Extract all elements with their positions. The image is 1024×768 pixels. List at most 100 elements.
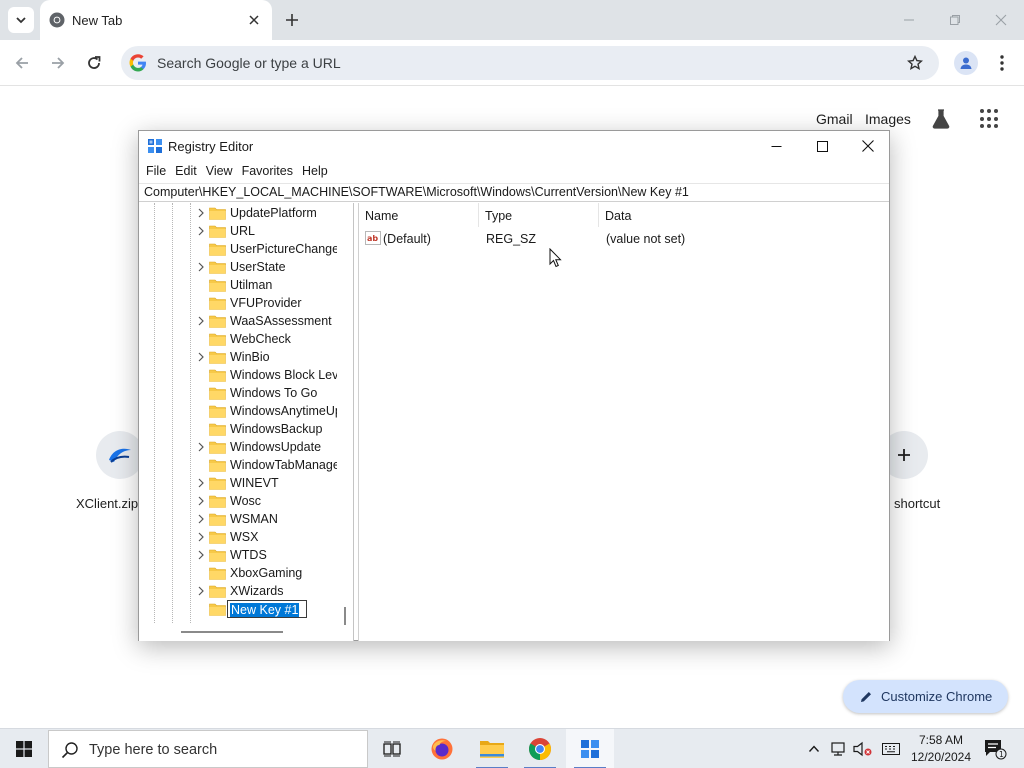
tree-item[interactable]: WSX [139, 528, 339, 546]
tree-item[interactable]: WTDS [139, 546, 339, 564]
gmail-link[interactable]: Gmail [816, 111, 853, 127]
menu-edit[interactable]: Edit [174, 161, 205, 183]
values-list[interactable]: Name Type Data ab (Default) REG_SZ (valu… [358, 203, 889, 641]
notifications-button[interactable]: 1 [980, 729, 1010, 768]
touch-keyboard-button[interactable] [878, 729, 904, 768]
reload-button[interactable] [82, 51, 106, 75]
chevron-right-icon[interactable] [196, 225, 206, 237]
minimize-button[interactable] [895, 8, 923, 32]
tree-item[interactable]: XWizards [139, 582, 339, 600]
taskbar-search-box[interactable]: Type here to search [48, 730, 368, 768]
customize-chrome-button[interactable]: Customize Chrome [843, 680, 1008, 713]
shortcut-label: shortcut [894, 496, 941, 511]
task-view-button[interactable] [368, 729, 416, 768]
chrome-menu-button[interactable] [992, 51, 1012, 75]
tree-row-editing[interactable]: New Key #1 [139, 600, 339, 618]
tree-item[interactable]: WindowTabManager [139, 456, 339, 474]
column-header-data[interactable]: Data [599, 203, 889, 227]
tree-item[interactable]: WindowsBackup [139, 420, 339, 438]
tree-item[interactable]: WindowsAnytimeUpgrade [139, 402, 339, 420]
tree-item[interactable]: Windows Block Level [139, 366, 339, 384]
chevron-right-icon[interactable] [196, 207, 206, 219]
chevron-right-icon[interactable] [196, 441, 206, 453]
registry-editor-window: Registry Editor File Edit View Favorites… [138, 130, 890, 641]
chevron-right-icon[interactable] [196, 513, 206, 525]
rename-key-input[interactable]: New Key #1 [227, 600, 307, 618]
start-button[interactable] [0, 729, 48, 768]
menu-view[interactable]: View [205, 161, 241, 183]
folder-icon [209, 297, 226, 310]
network-tray-icon[interactable] [828, 729, 850, 768]
folder-icon [209, 405, 226, 418]
arrow-left-icon [15, 57, 28, 69]
shortcut-xclient[interactable] [96, 431, 144, 479]
tree-item[interactable]: UserState [139, 258, 339, 276]
chevron-right-icon[interactable] [196, 495, 206, 507]
tree-item[interactable]: WindowsUpdate [139, 438, 339, 456]
registry-tree[interactable]: UpdatePlatform URL UserPictureChange UserSt… [139, 203, 354, 641]
folder-icon [209, 315, 226, 328]
tree-horizontal-scrollbar[interactable] [181, 631, 283, 633]
tree-item[interactable]: WebCheck [139, 330, 339, 348]
tab-strip: New Tab [0, 0, 1024, 40]
person-icon [960, 57, 972, 69]
taskbar-clock[interactable]: 7:58 AM 12/20/2024 [910, 732, 972, 766]
show-hidden-icons-button[interactable] [804, 729, 824, 768]
taskbar-chrome[interactable] [516, 729, 564, 768]
restore-button[interactable] [941, 8, 969, 32]
tree-item[interactable]: Windows To Go [139, 384, 339, 402]
tree-item[interactable]: WaaSAssessment [139, 312, 339, 330]
taskbar-registry-editor[interactable] [566, 729, 614, 768]
tree-item[interactable]: VFUProvider [139, 294, 339, 312]
tree-item[interactable]: WINEVT [139, 474, 339, 492]
tab-close-button[interactable] [245, 11, 263, 29]
back-button[interactable] [10, 51, 34, 75]
tab-search-button[interactable] [8, 7, 34, 33]
chevron-right-icon[interactable] [196, 315, 206, 327]
chevron-right-icon[interactable] [196, 477, 206, 489]
taskbar-firefox[interactable] [418, 729, 466, 768]
tree-item[interactable]: UpdatePlatform [139, 204, 339, 222]
tree-item[interactable]: WSMAN [139, 510, 339, 528]
volume-tray-icon[interactable] [852, 729, 874, 768]
chevron-right-icon[interactable] [196, 261, 206, 273]
notification-icon: 1 [985, 740, 1007, 760]
regedit-minimize-button[interactable] [753, 131, 799, 161]
menu-file[interactable]: File [145, 161, 174, 183]
tree-item[interactable]: XboxGaming [139, 564, 339, 582]
folder-icon [209, 225, 226, 238]
column-header-name[interactable]: Name [359, 203, 479, 227]
regedit-close-button[interactable] [845, 131, 891, 161]
profile-button[interactable] [954, 51, 978, 75]
omnibox[interactable]: Search Google or type a URL [121, 46, 939, 80]
regedit-maximize-button[interactable] [799, 131, 845, 161]
value-row[interactable]: ab (Default) REG_SZ (value not set) [359, 229, 890, 249]
tree-item[interactable]: WinBio [139, 348, 339, 366]
chevron-right-icon[interactable] [196, 531, 206, 543]
images-link[interactable]: Images [865, 111, 911, 127]
menu-help[interactable]: Help [301, 161, 336, 183]
regedit-titlebar[interactable]: Registry Editor [139, 131, 889, 161]
tree-item[interactable]: UserPictureChange [139, 240, 339, 258]
tree-item-label: WindowsAnytimeUpgrade [230, 404, 337, 418]
new-tab-button[interactable] [281, 9, 303, 31]
tree-vertical-scrollbar[interactable] [344, 607, 346, 625]
labs-flask-icon[interactable] [930, 108, 952, 130]
tree-item[interactable]: Wosc [139, 492, 339, 510]
google-apps-icon[interactable] [980, 109, 1000, 129]
tree-item[interactable]: Utilman [139, 276, 339, 294]
chevron-right-icon[interactable] [196, 549, 206, 561]
menu-favorites[interactable]: Favorites [241, 161, 301, 183]
taskbar-file-explorer[interactable] [468, 729, 516, 768]
chevron-right-icon[interactable] [196, 585, 206, 597]
chevron-right-icon[interactable] [196, 351, 206, 363]
regedit-address-bar[interactable]: Computer\HKEY_LOCAL_MACHINE\SOFTWARE\Mic… [139, 183, 889, 202]
column-header-type[interactable]: Type [479, 203, 599, 227]
forward-button[interactable] [46, 51, 70, 75]
search-icon [61, 742, 78, 759]
tree-item[interactable]: URL [139, 222, 339, 240]
close-window-button[interactable] [987, 8, 1015, 32]
close-icon [249, 15, 259, 25]
tab-new-tab[interactable]: New Tab [40, 0, 272, 40]
bookmark-star-button[interactable] [905, 53, 925, 73]
